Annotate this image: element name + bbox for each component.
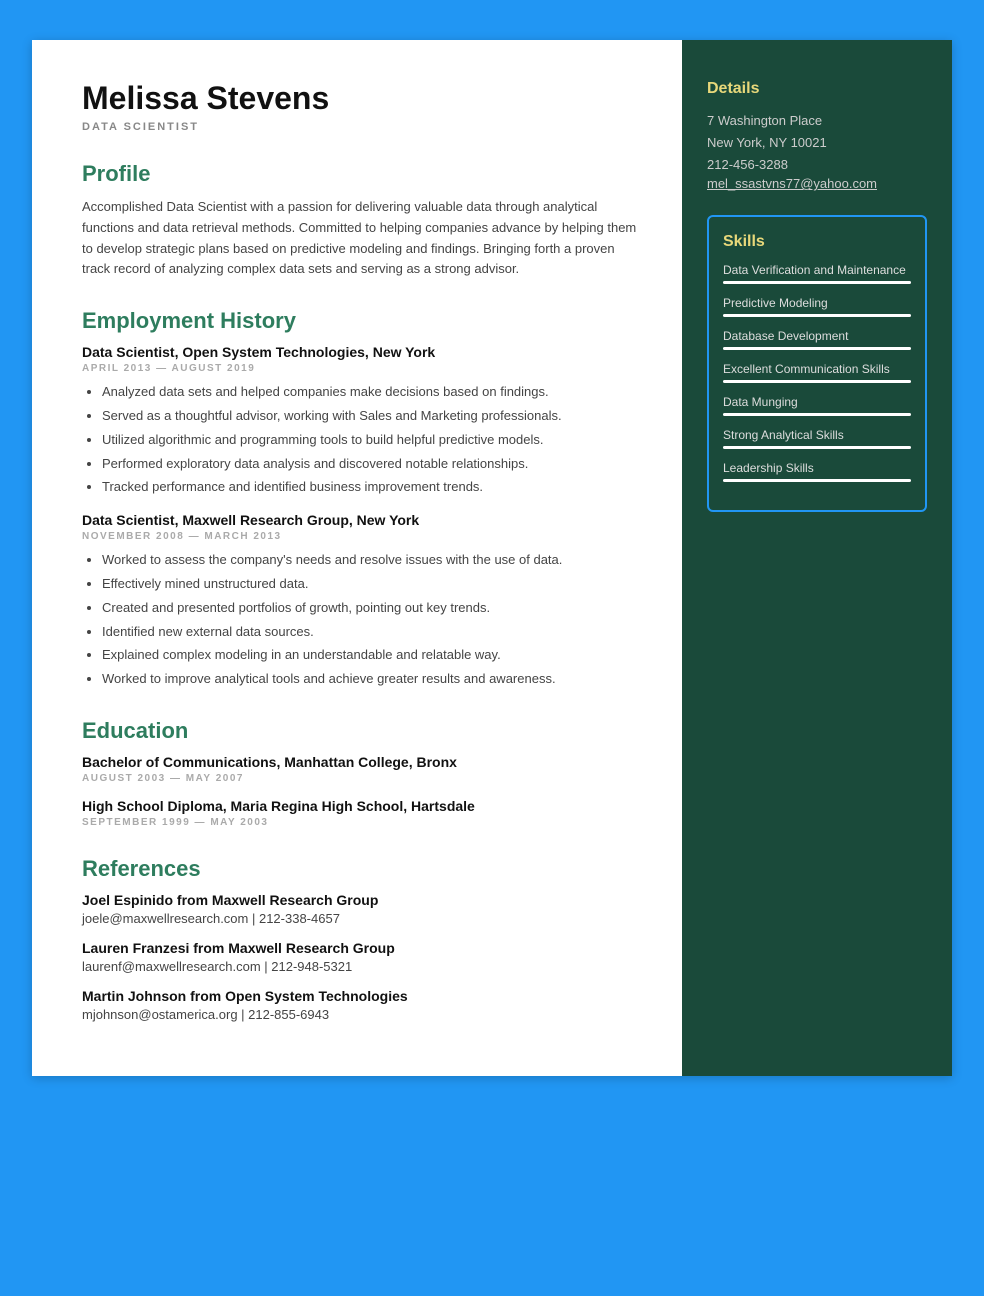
references-section-title: References (82, 856, 642, 882)
profile-section-title: Profile (82, 161, 642, 187)
bullet-2-4: Identified new external data sources. (102, 622, 642, 643)
employment-section-title: Employment History (82, 308, 642, 334)
bullet-2-6: Worked to improve analytical tools and a… (102, 669, 642, 690)
skill-bar-6 (723, 446, 911, 449)
skill-name-2: Predictive Modeling (723, 296, 911, 310)
skill-item-3: Database Development (723, 329, 911, 350)
skill-name-6: Strong Analytical Skills (723, 428, 911, 442)
candidate-name: Melissa Stevens (82, 80, 642, 117)
skill-bar-1 (723, 281, 911, 284)
job-dates-1: April 2013 — August 2019 (82, 363, 642, 374)
skill-item-2: Predictive Modeling (723, 296, 911, 317)
ref-entry-1: Joel Espinido from Maxwell Research Grou… (82, 892, 642, 926)
job-dates-2: November 2008 — March 2013 (82, 531, 642, 542)
bullet-1-3: Utilized algorithmic and programming too… (102, 430, 642, 451)
job-entry-1: Data Scientist, Open System Technologies… (82, 344, 642, 498)
job-title-1: Data Scientist, Open System Technologies… (82, 344, 642, 360)
skill-bar-2 (723, 314, 911, 317)
skills-title: Skills (723, 233, 911, 251)
skill-name-5: Data Munging (723, 395, 911, 409)
bullet-1-4: Performed exploratory data analysis and … (102, 454, 642, 475)
ref-contact-3: mjohnson@ostamerica.org | 212-855-6943 (82, 1007, 642, 1022)
edu-dates-2: September 1999 — May 2003 (82, 817, 642, 828)
skill-name-1: Data Verification and Maintenance (723, 263, 911, 277)
skill-item-7: Leadership Skills (723, 461, 911, 482)
skill-bar-5 (723, 413, 911, 416)
job-entry-2: Data Scientist, Maxwell Research Group, … (82, 512, 642, 690)
resume-container: Melissa Stevens Data Scientist Profile A… (32, 40, 952, 1076)
skill-item-6: Strong Analytical Skills (723, 428, 911, 449)
bullet-2-1: Worked to assess the company's needs and… (102, 550, 642, 571)
bullet-2-5: Explained complex modeling in an underst… (102, 645, 642, 666)
skill-name-3: Database Development (723, 329, 911, 343)
bullet-1-2: Served as a thoughtful advisor, working … (102, 406, 642, 427)
skill-item-1: Data Verification and Maintenance (723, 263, 911, 284)
bullet-2-2: Effectively mined unstructured data. (102, 574, 642, 595)
bullet-2-3: Created and presented portfolios of grow… (102, 598, 642, 619)
skill-bar-7 (723, 479, 911, 482)
edu-degree-2: High School Diploma, Maria Regina High S… (82, 798, 642, 814)
job-bullets-1: Analyzed data sets and helped companies … (82, 382, 642, 498)
candidate-title: Data Scientist (82, 121, 642, 133)
ref-name-1: Joel Espinido from Maxwell Research Grou… (82, 892, 642, 908)
education-section-title: Education (82, 718, 642, 744)
address-line2: New York, NY 10021 (707, 132, 927, 154)
ref-entry-2: Lauren Franzesi from Maxwell Research Gr… (82, 940, 642, 974)
skill-item-4: Excellent Communication Skills (723, 362, 911, 383)
edu-dates-1: August 2003 — May 2007 (82, 773, 642, 784)
skill-bar-4 (723, 380, 911, 383)
skill-bar-3 (723, 347, 911, 350)
edu-degree-1: Bachelor of Communications, Manhattan Co… (82, 754, 642, 770)
left-column: Melissa Stevens Data Scientist Profile A… (32, 40, 682, 1076)
details-title: Details (707, 80, 927, 98)
edu-entry-2: High School Diploma, Maria Regina High S… (82, 798, 642, 828)
ref-name-2: Lauren Franzesi from Maxwell Research Gr… (82, 940, 642, 956)
skills-box: Skills Data Verification and Maintenance… (707, 215, 927, 512)
phone: 212-456-3288 (707, 154, 927, 176)
right-column: Details 7 Washington Place New York, NY … (682, 40, 952, 1076)
address-line1: 7 Washington Place (707, 110, 927, 132)
ref-entry-3: Martin Johnson from Open System Technolo… (82, 988, 642, 1022)
ref-contact-1: joele@maxwellresearch.com | 212-338-4657 (82, 911, 642, 926)
job-title-2: Data Scientist, Maxwell Research Group, … (82, 512, 642, 528)
skill-name-4: Excellent Communication Skills (723, 362, 911, 376)
email: mel_ssastvns77@yahoo.com (707, 176, 927, 191)
edu-entry-1: Bachelor of Communications, Manhattan Co… (82, 754, 642, 784)
ref-name-3: Martin Johnson from Open System Technolo… (82, 988, 642, 1004)
job-bullets-2: Worked to assess the company's needs and… (82, 550, 642, 690)
bullet-1-5: Tracked performance and identified busin… (102, 477, 642, 498)
ref-contact-2: laurenf@maxwellresearch.com | 212-948-53… (82, 959, 642, 974)
profile-text: Accomplished Data Scientist with a passi… (82, 197, 642, 280)
bullet-1-1: Analyzed data sets and helped companies … (102, 382, 642, 403)
skill-name-7: Leadership Skills (723, 461, 911, 475)
skill-item-5: Data Munging (723, 395, 911, 416)
